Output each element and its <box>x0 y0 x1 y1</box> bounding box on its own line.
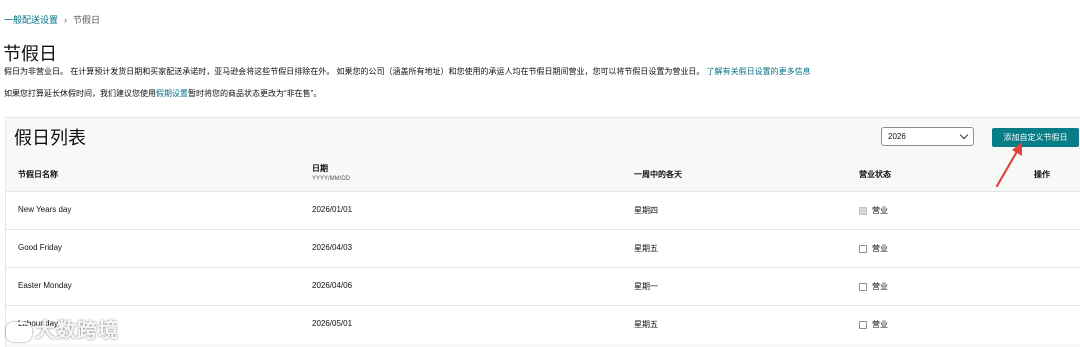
vacation-settings-link[interactable]: 假期设置 <box>156 89 188 98</box>
breadcrumb: 一般配送设置 › 节假日 <box>4 13 100 26</box>
business-checkbox[interactable] <box>859 320 867 329</box>
column-header-date-format: YYYY/MM/DD <box>312 176 351 182</box>
breadcrumb-separator: › <box>64 15 68 25</box>
table-row: Labour day 2026/05/01 星期五 营业 <box>6 305 1080 344</box>
holiday-weekday: 星期一 <box>634 282 658 291</box>
holiday-weekday: 星期四 <box>634 206 658 215</box>
add-custom-holiday-button[interactable]: 添加自定义节假日 <box>992 128 1079 147</box>
year-select[interactable]: 2026 <box>881 127 974 146</box>
column-header-status: 营业状态 <box>859 170 891 179</box>
holiday-list-title: 假日列表 <box>14 128 86 148</box>
holiday-name: Good Friday <box>18 243 63 252</box>
business-status-label: 营业 <box>872 282 888 291</box>
year-select-value: 2026 <box>888 132 906 141</box>
chevron-down-icon <box>959 130 969 140</box>
business-status: 营业 <box>859 319 888 330</box>
business-status: 营业 <box>859 243 888 254</box>
table-header: 节假日名称 日期 YYYY/MM/DD 一周中的各天 营业状态 操作 <box>6 157 1080 191</box>
learn-more-link[interactable]: 了解有关假日设置的更多信息 <box>707 67 811 76</box>
holiday-weekday: 星期五 <box>634 320 658 329</box>
business-status-label: 营业 <box>872 320 888 329</box>
business-checkbox[interactable] <box>859 244 867 253</box>
vacation-hint: 如果您打算延长休假时间，我们建议您使用假期设置暂时将您的商品状态更改为“非在售”… <box>4 88 321 99</box>
holiday-date: 2026/04/06 <box>312 281 353 290</box>
business-status: 营业 <box>859 205 888 216</box>
vacation-hint-prefix: 如果您打算延长休假时间，我们建议您使用 <box>4 89 156 98</box>
business-status-label: 营业 <box>872 206 888 215</box>
description-text: 假日为非营业日。 在计算预计发货日期和买家配送承诺时，亚马逊会将这些节假日排除在… <box>4 67 705 76</box>
business-checkbox[interactable] <box>859 282 867 291</box>
holiday-weekday: 星期五 <box>634 244 658 253</box>
holiday-name: Easter Monday <box>18 281 72 290</box>
column-header-name: 节假日名称 <box>18 170 58 179</box>
table-row: New Years day 2026/01/01 星期四 营业 <box>6 191 1080 230</box>
column-header-actions: 操作 <box>1034 170 1050 179</box>
vacation-hint-suffix: 暂时将您的商品状态更改为“非在售”。 <box>188 89 322 98</box>
business-status-label: 营业 <box>872 244 888 253</box>
holiday-date: 2026/05/01 <box>312 319 353 328</box>
watermark-logo-icon <box>6 321 32 342</box>
holiday-date: 2026/01/01 <box>312 205 353 214</box>
page-title: 节假日 <box>3 44 57 64</box>
business-checkbox <box>859 206 867 215</box>
column-header-weekday: 一周中的各天 <box>634 170 682 179</box>
holiday-name: New Years day <box>18 205 72 214</box>
holiday-date: 2026/04/03 <box>312 243 353 252</box>
table-row: Good Friday 2026/04/03 星期五 营业 <box>6 229 1080 268</box>
column-header-date-label: 日期 <box>312 164 328 173</box>
watermark: 大数跨境 <box>6 314 119 343</box>
breadcrumb-current: 节假日 <box>73 15 101 25</box>
watermark-text: 大数跨境 <box>35 320 119 342</box>
holiday-description: 假日为非营业日。 在计算预计发货日期和买家配送承诺时，亚马逊会将这些节假日排除在… <box>4 66 811 77</box>
breadcrumb-link-shipping-settings[interactable]: 一般配送设置 <box>4 15 58 25</box>
table-row: Easter Monday 2026/04/06 星期一 营业 <box>6 267 1080 306</box>
column-header-date: 日期 YYYY/MM/DD <box>312 163 350 182</box>
holiday-list-panel: 假日列表 2026 添加自定义节假日 节假日名称 日期 YYYY/MM/DD 一… <box>5 117 1080 347</box>
business-status: 营业 <box>859 281 888 292</box>
